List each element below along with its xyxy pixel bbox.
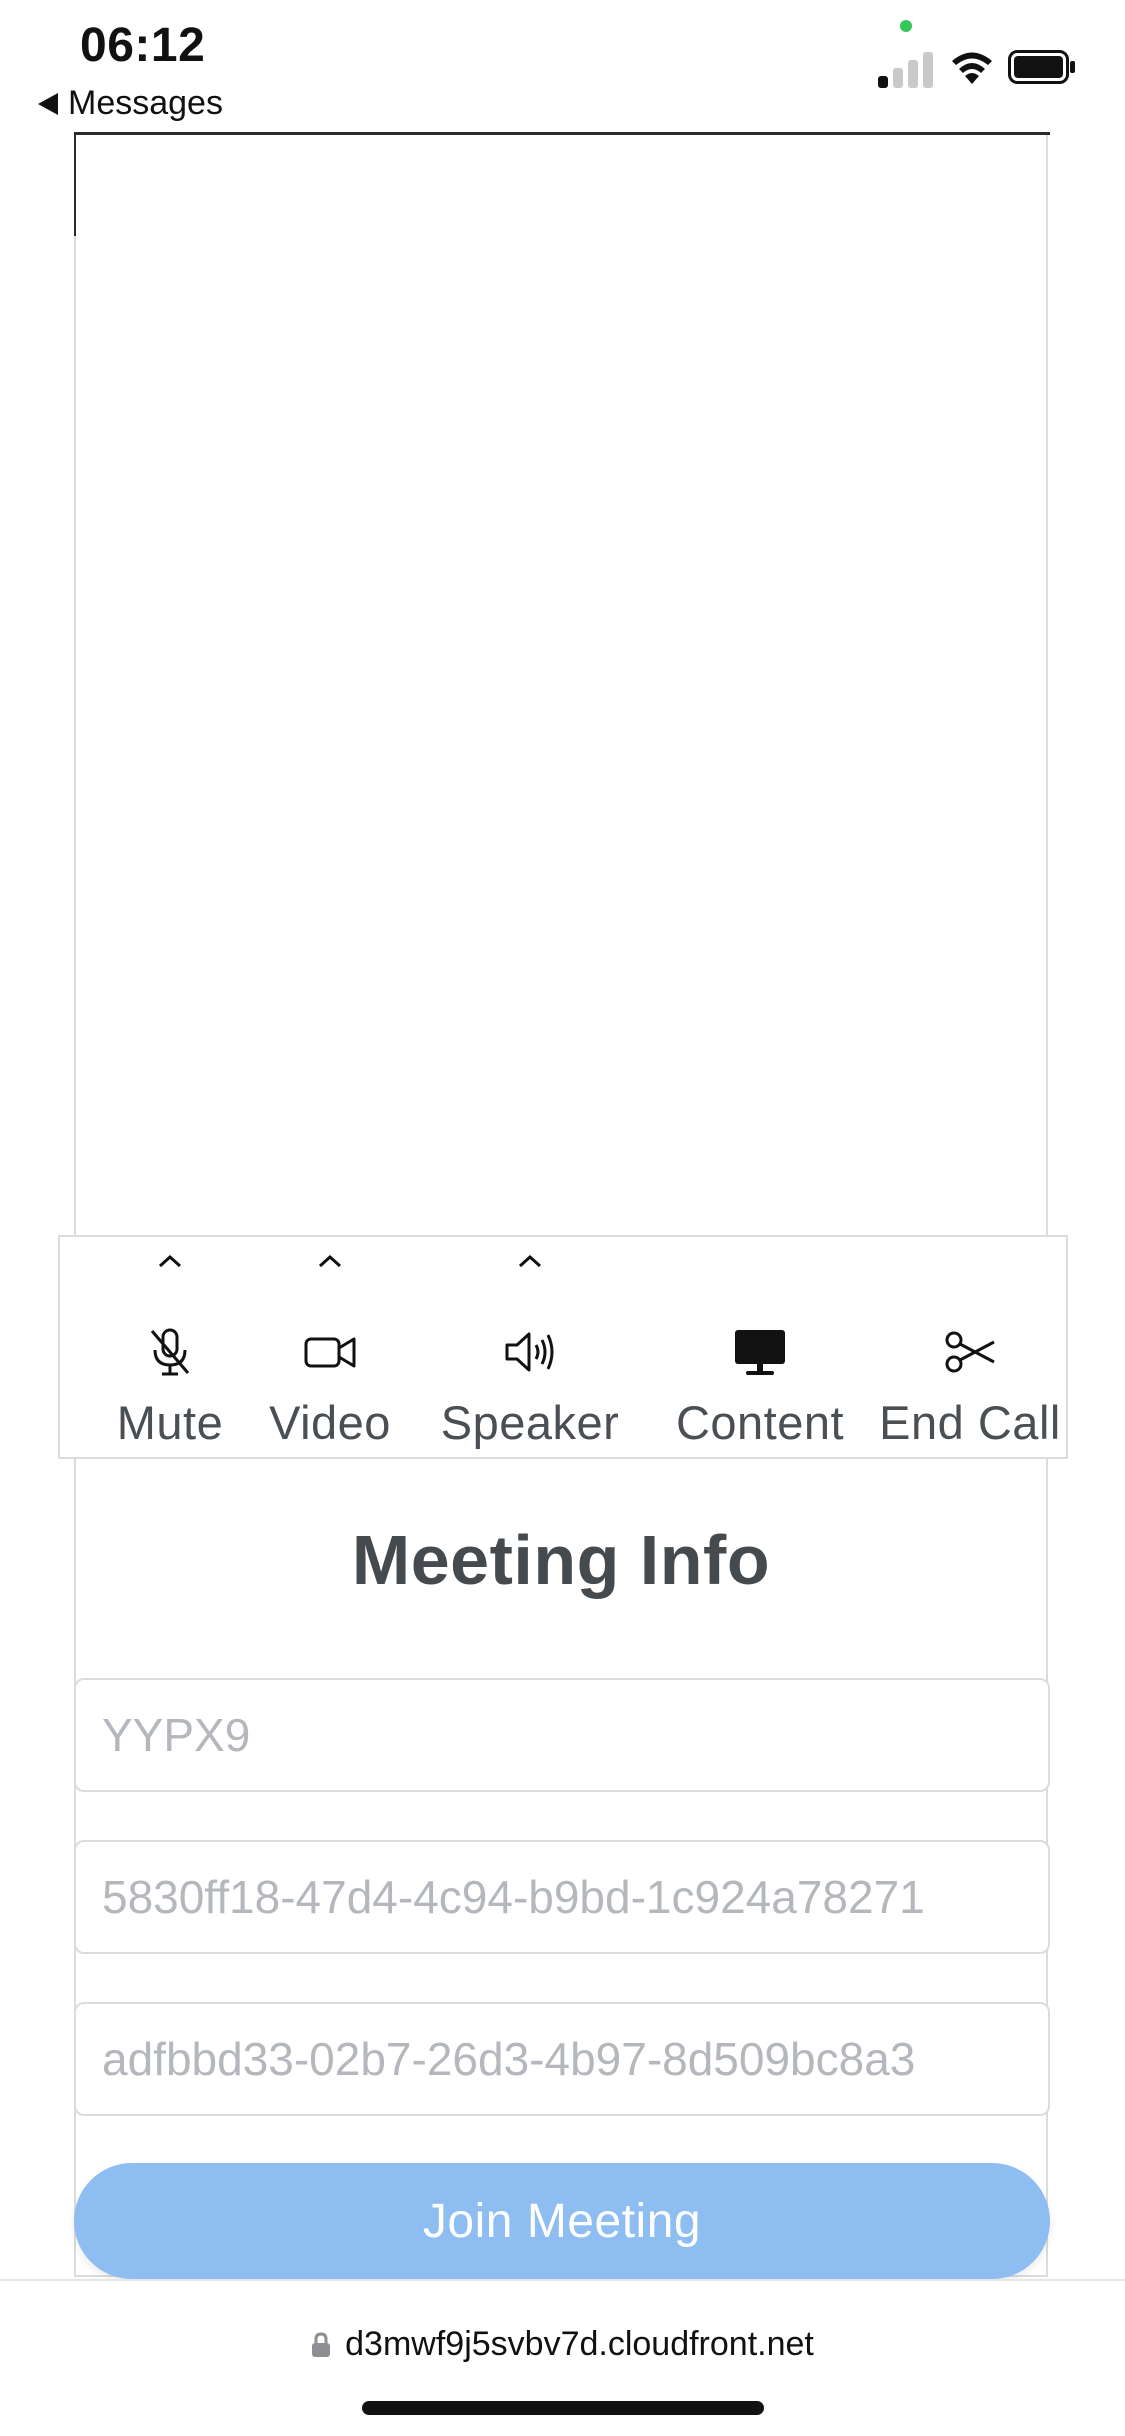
- end-call-label: End Call: [879, 1396, 1061, 1449]
- content-label: Content: [675, 1396, 845, 1449]
- camera-in-use-indicator: [900, 20, 912, 32]
- app-screen: 06:12 Messages Mute Video Speaker Conten…: [0, 0, 1125, 2436]
- back-to-messages-link[interactable]: Messages: [38, 84, 223, 123]
- meeting-info-title: Meeting Info: [351, 1521, 771, 1599]
- speaker-button[interactable]: Speaker: [430, 1237, 630, 1457]
- end-call-button[interactable]: End Call: [875, 1237, 1065, 1457]
- join-meeting-button[interactable]: Join Meeting: [74, 2163, 1050, 2279]
- speaker-menu-caret-icon[interactable]: [517, 1253, 543, 1269]
- microphone-muted-icon: [150, 1328, 190, 1376]
- monitor-icon: [735, 1330, 785, 1375]
- speaker-icon: [505, 1332, 554, 1372]
- home-indicator[interactable]: [362, 2401, 764, 2415]
- meeting-id-input[interactable]: [74, 1840, 1050, 1954]
- meeting-code-input[interactable]: [74, 1678, 1050, 1792]
- wifi-icon: [952, 52, 992, 84]
- battery-icon: [1008, 50, 1075, 84]
- video-camera-icon: [304, 1337, 356, 1368]
- mute-menu-caret-icon[interactable]: [157, 1253, 183, 1269]
- video-tile-area: [74, 132, 1048, 2277]
- url-row[interactable]: d3mwf9j5svbv7d.cloudfront.net: [0, 2325, 1125, 2364]
- call-control-bar: Mute Video Speaker Content End Call: [58, 1235, 1068, 1459]
- back-arrow-icon: [38, 92, 58, 115]
- video-button[interactable]: Video: [240, 1237, 420, 1457]
- speaker-label: Speaker: [440, 1396, 620, 1449]
- attendee-id-input[interactable]: [74, 2002, 1050, 2116]
- lock-icon: [312, 2331, 331, 2357]
- cellular-signal-icon: [878, 48, 938, 88]
- status-time: 06:12: [80, 19, 206, 72]
- url-text: d3mwf9j5svbv7d.cloudfront.net: [345, 2325, 814, 2363]
- browser-address-bar[interactable]: d3mwf9j5svbv7d.cloudfront.net: [0, 2279, 1125, 2436]
- video-frame-edge: [74, 132, 1050, 135]
- mute-button[interactable]: Mute: [90, 1237, 250, 1457]
- video-frame-edge-left: [74, 132, 76, 236]
- back-label: Messages: [68, 84, 223, 122]
- scissors-icon: [945, 1331, 995, 1373]
- video-menu-caret-icon[interactable]: [317, 1253, 343, 1269]
- content-button[interactable]: Content: [645, 1237, 875, 1457]
- mute-label: Mute: [116, 1396, 224, 1449]
- video-label: Video: [269, 1396, 391, 1449]
